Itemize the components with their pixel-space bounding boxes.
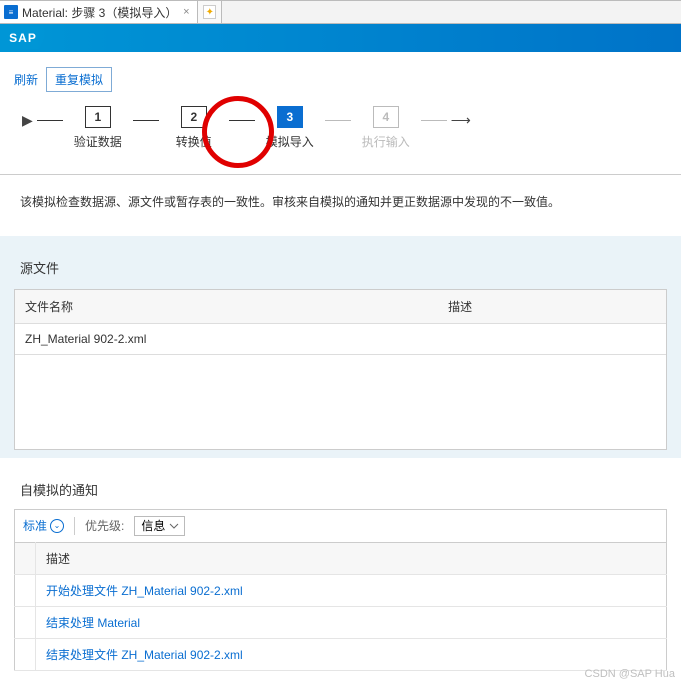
notification-link[interactable]: 开始处理文件 ZH_Material 902-2.xml	[46, 584, 243, 598]
wizard-line	[325, 120, 351, 121]
notifications-table: 描述 开始处理文件 ZH_Material 902-2.xml 结束处理 Mat…	[14, 542, 667, 671]
wizard-step-box: 2	[181, 106, 207, 128]
new-tab-button[interactable]: ✦	[198, 1, 222, 23]
cell-file-name: ZH_Material 902-2.xml	[15, 324, 438, 355]
source-files-panel: 文件名称 描述 ZH_Material 902-2.xml	[14, 289, 667, 450]
wizard-step-2[interactable]: 2 转换值	[159, 106, 229, 150]
col-description[interactable]: 描述	[438, 290, 666, 324]
wizard-line	[133, 120, 159, 121]
window-tabbar: ≡ Material: 步骤 3（模拟导入） × ✦	[0, 0, 681, 24]
notification-link[interactable]: 结束处理文件 ZH_Material 902-2.xml	[46, 648, 243, 662]
wizard-step-box: 3	[277, 106, 303, 128]
wizard-line	[421, 120, 447, 121]
source-files-section: 源文件 文件名称 描述 ZH_Material 902-2.xml	[0, 236, 681, 458]
sap-logo: SAP	[6, 27, 50, 49]
wizard-step-3[interactable]: 3 模拟导入	[255, 106, 325, 150]
wizard-step-label: 转换值	[176, 133, 212, 150]
wizard: ▶ 1 验证数据 2 转换值 3 模拟导入 4 执行输入 ⟶	[0, 102, 681, 174]
wizard-step-box: 4	[373, 106, 399, 128]
divider	[74, 517, 75, 535]
priority-select[interactable]: 信息	[134, 516, 185, 536]
new-tab-icon: ✦	[203, 5, 216, 19]
tab-title: Material: 步骤 3（模拟导入）	[22, 4, 177, 21]
section-title-notifications: 自模拟的通知	[14, 480, 667, 499]
wizard-end-icon: ⟶	[451, 112, 471, 145]
col-file-name[interactable]: 文件名称	[15, 290, 438, 324]
window-tab[interactable]: ≡ Material: 步骤 3（模拟导入） ×	[0, 1, 198, 23]
source-files-table: 文件名称 描述 ZH_Material 902-2.xml	[15, 290, 666, 449]
notifications-section: 自模拟的通知 标准 ⌄ 优先级: 信息 描述 开始处理文件 ZH_Materia…	[0, 458, 681, 673]
refresh-button[interactable]: 刷新	[14, 71, 38, 88]
section-title-source-files: 源文件	[14, 258, 667, 277]
wizard-step-1[interactable]: 1 验证数据	[63, 106, 133, 150]
cell-description	[438, 324, 666, 355]
close-icon[interactable]: ×	[181, 7, 191, 17]
notifications-filter-bar: 标准 ⌄ 优先级: 信息	[14, 509, 667, 542]
repeat-simulation-button[interactable]: 重复模拟	[46, 67, 112, 92]
wizard-line	[229, 120, 255, 121]
page-description: 该模拟检查数据源、源文件或暂存表的一致性。审核来自模拟的通知并更正数据源中发现的…	[0, 175, 681, 236]
wizard-line	[37, 120, 63, 121]
notification-link[interactable]: 结束处理 Material	[46, 616, 140, 630]
wizard-step-label: 验证数据	[74, 133, 122, 150]
table-row[interactable]: ZH_Material 902-2.xml	[15, 324, 666, 355]
app-icon: ≡	[4, 5, 18, 19]
table-row[interactable]: 结束处理文件 ZH_Material 902-2.xml	[15, 638, 667, 670]
wizard-step-4: 4 执行输入	[351, 106, 421, 150]
toolbar: 刷新 重复模拟	[0, 52, 681, 102]
standard-button[interactable]: 标准 ⌄	[23, 517, 64, 534]
col-description[interactable]: 描述	[36, 542, 667, 574]
table-row[interactable]: 结束处理 Material	[15, 606, 667, 638]
watermark: CSDN @SAP Hua	[585, 668, 675, 680]
standard-label: 标准	[23, 517, 47, 534]
wizard-step-label: 执行输入	[362, 133, 410, 150]
chevron-down-icon: ⌄	[50, 519, 64, 533]
col-icon	[15, 542, 36, 574]
table-row[interactable]: 开始处理文件 ZH_Material 902-2.xml	[15, 574, 667, 606]
priority-label: 优先级:	[85, 517, 124, 534]
brand-bar: SAP	[0, 24, 681, 52]
wizard-start-icon: ▶	[22, 112, 33, 145]
wizard-step-box: 1	[85, 106, 111, 128]
wizard-step-label: 模拟导入	[266, 133, 314, 150]
